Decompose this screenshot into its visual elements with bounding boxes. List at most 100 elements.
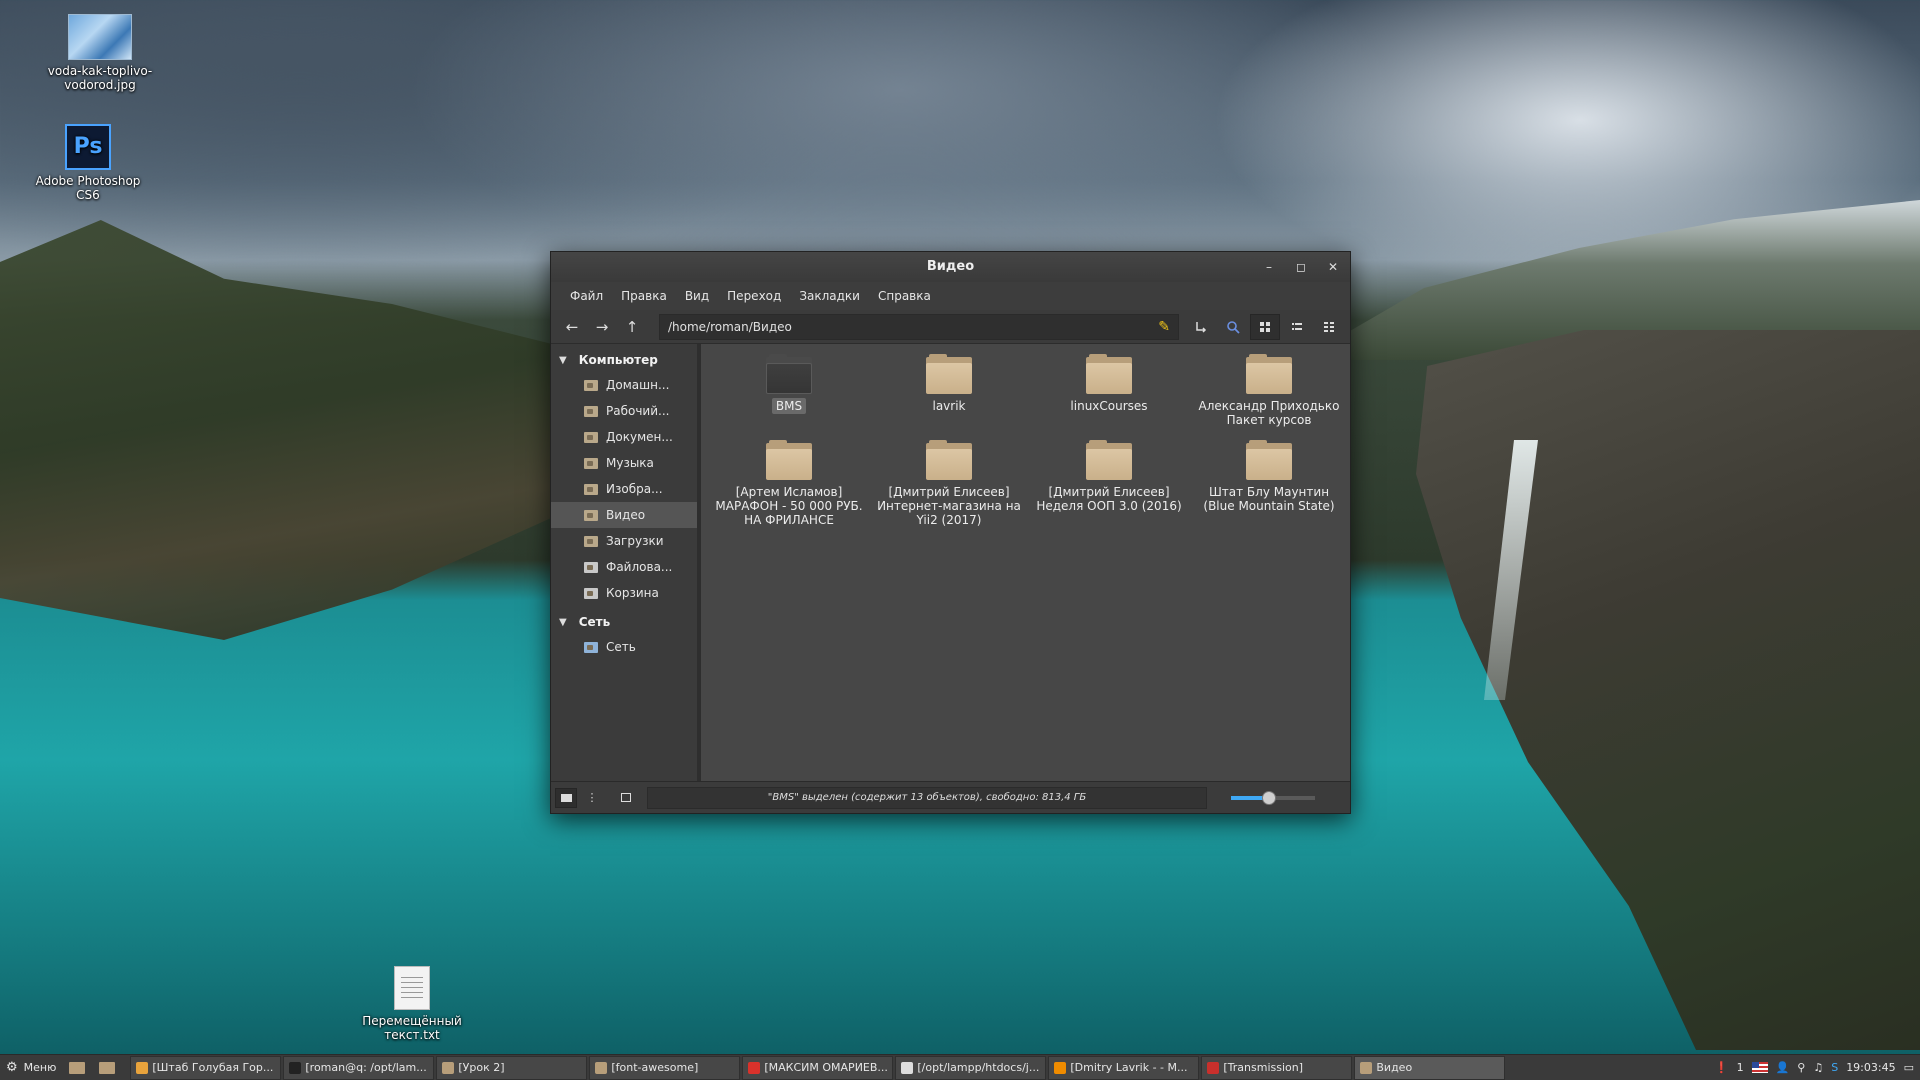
folder-item[interactable]: Александр Приходько Пакет курсов	[1189, 352, 1349, 428]
folder-item[interactable]: [Дмитрий Елисеев] Интернет-магазина на Y…	[869, 438, 1029, 528]
sidebar-item-downloads[interactable]: Загрузки	[551, 528, 697, 554]
maximize-button[interactable]: ◻	[1292, 258, 1310, 276]
notification-count: 1	[1736, 1061, 1744, 1074]
icon-view-button[interactable]	[1250, 313, 1280, 340]
show-places-button[interactable]	[555, 787, 577, 808]
sidebar-item-music[interactable]: Музыка	[551, 450, 697, 476]
back-button[interactable]: ←	[557, 314, 587, 340]
system-tray: ❗ 1 👤 ⚲ ♫ S 19:03:45 ▭	[1715, 1061, 1920, 1074]
desktop-icon-label: voda-kak-toplivo-vodorod.jpg	[47, 64, 153, 92]
taskbar-task[interactable]: [Transmission]	[1201, 1055, 1353, 1080]
taskbar-task[interactable]: [/opt/lampp/htdocs/j...	[895, 1055, 1047, 1080]
toggle-sidebar-button[interactable]	[615, 788, 637, 808]
sidebar-item-trash[interactable]: Корзина	[551, 580, 697, 606]
sidebar-section-computer[interactable]: ▼ Компьютер	[551, 348, 697, 372]
vlc-icon	[1054, 1061, 1067, 1074]
clear-location-icon[interactable]: ✎	[1158, 319, 1170, 335]
taskbar-task[interactable]: [МАКСИМ ОМАРИЕВ...	[742, 1055, 894, 1080]
sidebar-item-label: Музыка	[606, 456, 654, 470]
folder-item[interactable]: linuxCourses	[1029, 352, 1189, 428]
notification-icon[interactable]: ❗	[1715, 1061, 1729, 1074]
taskbar-task[interactable]: [roman@q: /opt/lam...	[283, 1055, 435, 1080]
folder-item[interactable]: Штат Блу Маунтин (Blue Mountain State)	[1189, 438, 1349, 528]
skype-icon[interactable]: S	[1831, 1061, 1838, 1074]
window-titlebar[interactable]: Видео – ◻ ✕	[551, 252, 1350, 282]
sidebar-item-documents[interactable]: Докумен...	[551, 424, 697, 450]
start-menu-button[interactable]: ⚙ Меню	[0, 1055, 62, 1080]
sidebar-item-network[interactable]: Сеть	[551, 634, 697, 660]
zoom-slider-handle[interactable]	[1261, 790, 1276, 805]
menu-help[interactable]: Справка	[869, 285, 940, 307]
sidebar-item-pictures[interactable]: Изобра...	[551, 476, 697, 502]
taskbar-task[interactable]: [font-awesome]	[589, 1055, 741, 1080]
network-tray-icon[interactable]: ⚲	[1797, 1061, 1805, 1074]
taskbar-task-label: [Dmitry Lavrik - - M...	[1070, 1061, 1188, 1074]
folder-name: [Дмитрий Елисеев] Неделя ООП 3.0 (2016)	[1036, 485, 1182, 513]
taskbar-task-label: [/opt/lampp/htdocs/j...	[917, 1061, 1040, 1074]
folder-icon	[1086, 440, 1132, 480]
sidebar-item-home[interactable]: Домашн...	[551, 372, 697, 398]
compact-view-icon	[1324, 321, 1334, 332]
desktop-icon-text-file[interactable]: Перемещённый текст.txt	[352, 966, 472, 1042]
downloads-folder-icon	[584, 535, 598, 547]
expand-triangle-icon: ▼	[559, 616, 567, 628]
taskbar-task-label: [roman@q: /opt/lam...	[305, 1061, 427, 1074]
taskbar-task-label: [МАКСИМ ОМАРИЕВ...	[764, 1061, 888, 1074]
folder-pane-icon	[560, 793, 572, 802]
desktop-icon-image-file[interactable]: voda-kak-toplivo-vodorod.jpg	[40, 14, 160, 92]
folder-name: [Артем Исламов] МАРАФОН - 50 000 РУБ. НА…	[715, 485, 863, 527]
sidebar-item-filesystem[interactable]: Файлова...	[551, 554, 697, 580]
folder-item[interactable]: [Дмитрий Елисеев] Неделя ООП 3.0 (2016)	[1029, 438, 1189, 528]
up-button[interactable]: ↑	[617, 314, 647, 340]
us-flag-icon[interactable]	[1751, 1062, 1768, 1073]
sidebar-item-videos[interactable]: Видео	[551, 502, 697, 528]
compact-view-button[interactable]	[1314, 314, 1344, 340]
minimize-button[interactable]: –	[1260, 258, 1278, 276]
desktop-icon-label: Adobe Photoshop CS6	[35, 174, 141, 202]
search-button[interactable]	[1218, 314, 1248, 340]
folder-icon	[1246, 354, 1292, 394]
show-tree-button[interactable]: ⋮	[581, 788, 603, 808]
sidebar-item-desktop[interactable]: Рабочий...	[551, 398, 697, 424]
videos-folder-icon	[584, 509, 598, 521]
user-icon[interactable]: 👤	[1776, 1061, 1790, 1074]
menu-view[interactable]: Вид	[676, 285, 718, 307]
show-desktop-icon[interactable]: ▭	[1904, 1061, 1914, 1074]
file-view[interactable]: BMS lavrik linuxCourses Александр Приход…	[701, 344, 1350, 781]
menu-edit[interactable]: Правка	[612, 285, 676, 307]
folder-icon	[926, 440, 972, 480]
taskbar: ⚙ Меню [Штаб Голубая Гор... [roman@q: /op…	[0, 1054, 1920, 1080]
expand-triangle-icon: ▼	[559, 354, 567, 366]
folder-icon	[99, 1061, 116, 1074]
network-icon	[584, 641, 598, 653]
wallpaper-cliff-right	[1416, 330, 1920, 1050]
zoom-slider[interactable]	[1231, 790, 1315, 805]
desktop-icon-photoshop[interactable]: Ps Adobe Photoshop CS6	[28, 124, 148, 202]
taskbar-task[interactable]: [Урок 2]	[436, 1055, 588, 1080]
close-button[interactable]: ✕	[1324, 258, 1342, 276]
documents-folder-icon	[584, 431, 598, 443]
menu-file[interactable]: Файл	[561, 285, 612, 307]
folder-item[interactable]: lavrik	[869, 352, 1029, 428]
taskbar-task[interactable]: [Dmitry Lavrik - - M...	[1048, 1055, 1200, 1080]
list-view-button[interactable]	[1282, 314, 1312, 340]
places-sidebar: ▼ Компьютер Домашн... Рабочий... Докумен…	[551, 344, 701, 781]
clock[interactable]: 19:03:45	[1846, 1061, 1895, 1074]
menu-bookmarks[interactable]: Закладки	[790, 285, 869, 307]
toggle-location-button[interactable]	[1186, 314, 1216, 340]
taskbar-task[interactable]: [Штаб Голубая Гор...	[130, 1055, 282, 1080]
forward-button[interactable]: →	[587, 314, 617, 340]
taskbar-task-label: [Transmission]	[1223, 1061, 1304, 1074]
quicklaunch-home[interactable]	[62, 1055, 92, 1080]
folder-item[interactable]: [Артем Исламов] МАРАФОН - 50 000 РУБ. НА…	[709, 438, 869, 528]
sidebar-section-network[interactable]: ▼ Сеть	[551, 610, 697, 634]
terminal-icon	[289, 1061, 302, 1074]
sidebar-item-label: Корзина	[606, 586, 659, 600]
folder-item[interactable]: BMS	[709, 352, 869, 428]
menu-go[interactable]: Переход	[718, 285, 790, 307]
taskbar-task[interactable]: Видео	[1354, 1055, 1506, 1080]
sidebar-item-label: Изобра...	[606, 482, 663, 496]
quicklaunch-files[interactable]	[92, 1055, 122, 1080]
volume-icon[interactable]: ♫	[1813, 1061, 1823, 1074]
address-bar[interactable]: /home/roman/Видео ✎	[659, 313, 1179, 340]
